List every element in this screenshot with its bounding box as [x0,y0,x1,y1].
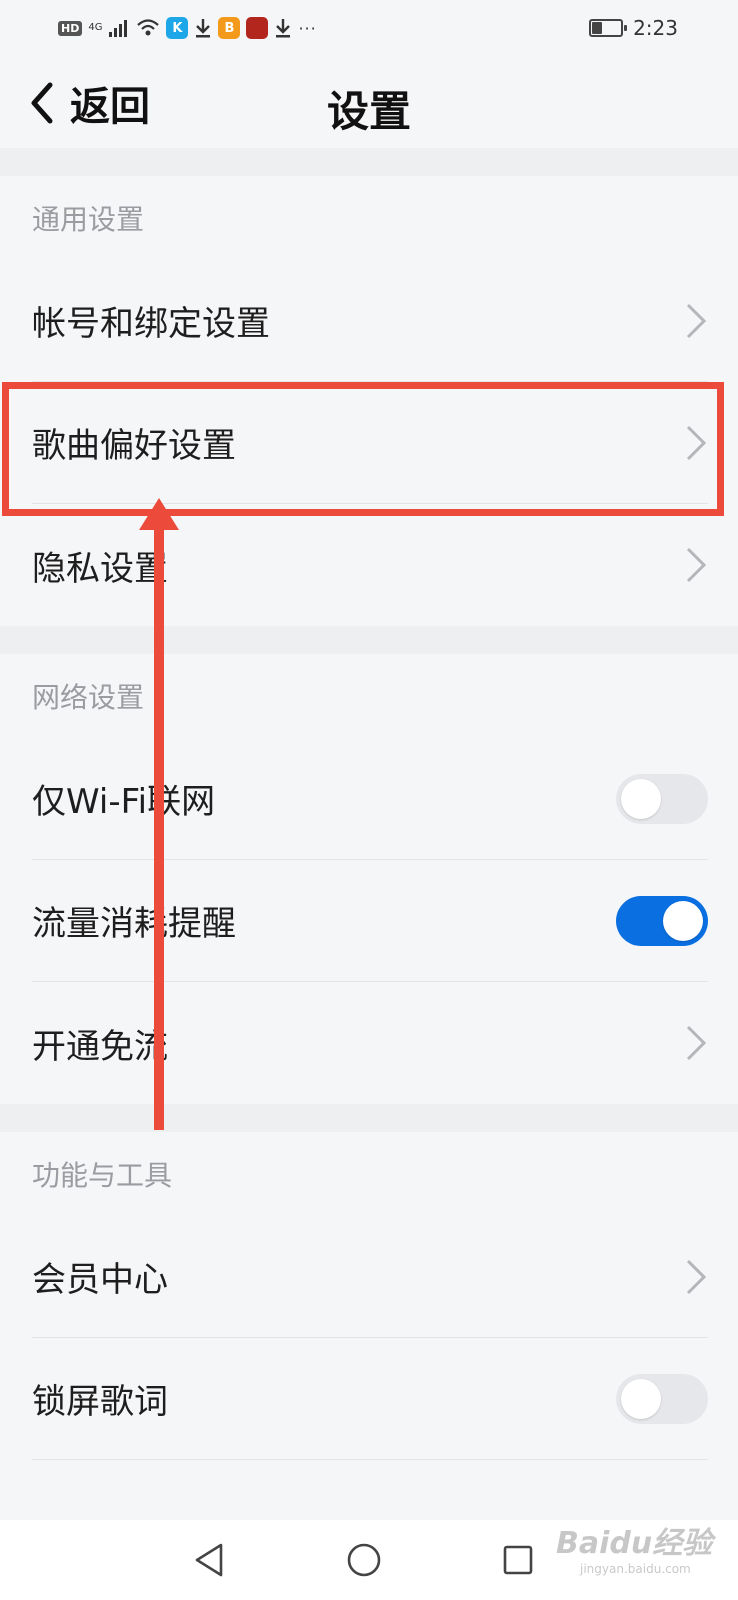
setting-label: 开通免流 [32,1026,168,1067]
setting-label: 流量消耗提醒 [32,904,236,944]
triangle-back-icon [195,1543,223,1577]
chevron-right-icon [686,1259,707,1294]
toggle-knob [621,778,661,819]
group-network: 网络设置 仅Wi-Fi联网 流量消耗提醒 开通免流 [0,654,738,1104]
data-usage-reminder-toggle[interactable] [616,895,708,946]
network-type: 4G [88,22,103,33]
setting-label: 会员中心 [32,1260,168,1300]
setting-privacy[interactable]: 隐私设置 [32,504,708,626]
nav-home-button[interactable] [344,1540,384,1580]
section-divider [0,626,738,654]
setting-member-center[interactable]: 会员中心 [32,1216,708,1338]
app-red-icon [246,17,269,39]
group-tools: 功能与工具 会员中心 锁屏歌词 [0,1132,738,1460]
setting-free-data[interactable]: 开通免流 [32,982,708,1104]
chevron-right-icon [686,303,707,338]
setting-label: 歌曲偏好设置 [32,426,236,466]
square-recents-icon [503,1545,533,1575]
toggle-knob [663,900,703,941]
chevron-right-icon [686,1025,707,1061]
lockscreen-lyrics-toggle[interactable] [616,1373,708,1424]
clock: 2:23 [633,16,678,40]
chevron-right-icon [686,547,707,583]
nav-recents-button[interactable] [498,1540,538,1580]
status-right: 2:23 [589,14,678,42]
setting-lockscreen-lyrics: 锁屏歌词 [32,1338,708,1460]
system-nav-bar [0,1520,738,1600]
app-header: 返回 设置 [0,56,738,148]
section-divider [0,148,738,176]
nav-back-button[interactable] [190,1540,230,1580]
group-title: 通用设置 [32,203,145,236]
group-title: 功能与工具 [32,1159,173,1192]
download-icon [276,19,291,38]
toggle-knob [621,1378,661,1419]
setting-data-usage-reminder: 流量消耗提醒 [32,860,708,982]
setting-account-binding[interactable]: 帐号和绑定设置 [32,260,708,382]
setting-label: 帐号和绑定设置 [32,304,270,344]
status-bar: HD 4G K B ··· 2:23 [0,0,738,56]
setting-label: 锁屏歌词 [32,1382,168,1422]
circle-home-icon [347,1543,381,1577]
page-title: 设置 [326,87,411,136]
battery-level [592,22,603,34]
app-b-icon: B [218,17,241,39]
section-divider [0,1104,738,1132]
hd-badge: HD [58,20,83,36]
app-k-icon: K [166,17,189,39]
setting-label: 隐私设置 [32,548,168,589]
group-title: 网络设置 [32,681,145,714]
wifi-icon [137,19,160,36]
signal-icon [109,20,128,37]
chevron-right-icon [686,425,707,460]
battery-icon [589,19,628,37]
group-general: 通用设置 帐号和绑定设置 歌曲偏好设置 隐私设置 [0,176,738,626]
status-left: HD 4G K B ··· [58,14,317,42]
setting-wifi-only: 仅Wi-Fi联网 [32,738,708,860]
more-notifications-icon: ··· [298,18,317,38]
setting-song-preference[interactable]: 歌曲偏好设置 [32,382,708,504]
download-icon [196,19,211,38]
setting-label: 仅Wi-Fi联网 [32,782,216,822]
wifi-only-toggle[interactable] [616,773,708,824]
